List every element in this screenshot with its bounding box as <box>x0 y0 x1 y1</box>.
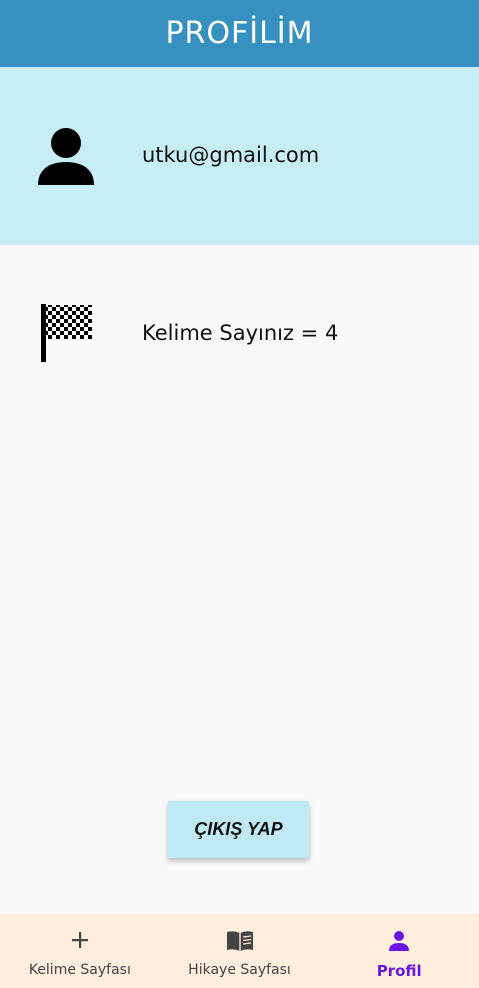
nav-label: Profil <box>376 962 422 980</box>
nav-label: Kelime Sayfası <box>28 962 131 978</box>
plus-icon <box>71 932 88 948</box>
person-icon <box>389 931 410 951</box>
user-email: utku@gmail.com <box>142 143 320 167</box>
app-header: PROFİLİM <box>0 0 479 67</box>
nav-item-kelime[interactable]: Kelime Sayfası <box>0 914 160 988</box>
word-count-text: Kelime Sayınız = 4 <box>142 321 339 345</box>
checkered-flag-icon <box>41 304 92 362</box>
nav-label: Hikaye Sayfası <box>188 962 291 978</box>
user-card: utku@gmail.com <box>0 67 479 245</box>
person-icon <box>38 128 94 185</box>
logout-button[interactable]: ÇIKIŞ YAP <box>168 801 309 858</box>
logout-label: ÇIKIŞ YAP <box>194 819 283 839</box>
word-count-row: Kelime Sayınız = 4 <box>0 245 479 415</box>
nav-item-hikaye[interactable]: Hikaye Sayfası <box>160 914 320 988</box>
bottom-navigation: Kelime Sayfası Hikaye Sayfası Profil <box>0 914 479 988</box>
book-icon <box>226 931 253 951</box>
page-title: PROFİLİM <box>165 16 314 51</box>
nav-item-profil[interactable]: Profil <box>319 914 479 988</box>
